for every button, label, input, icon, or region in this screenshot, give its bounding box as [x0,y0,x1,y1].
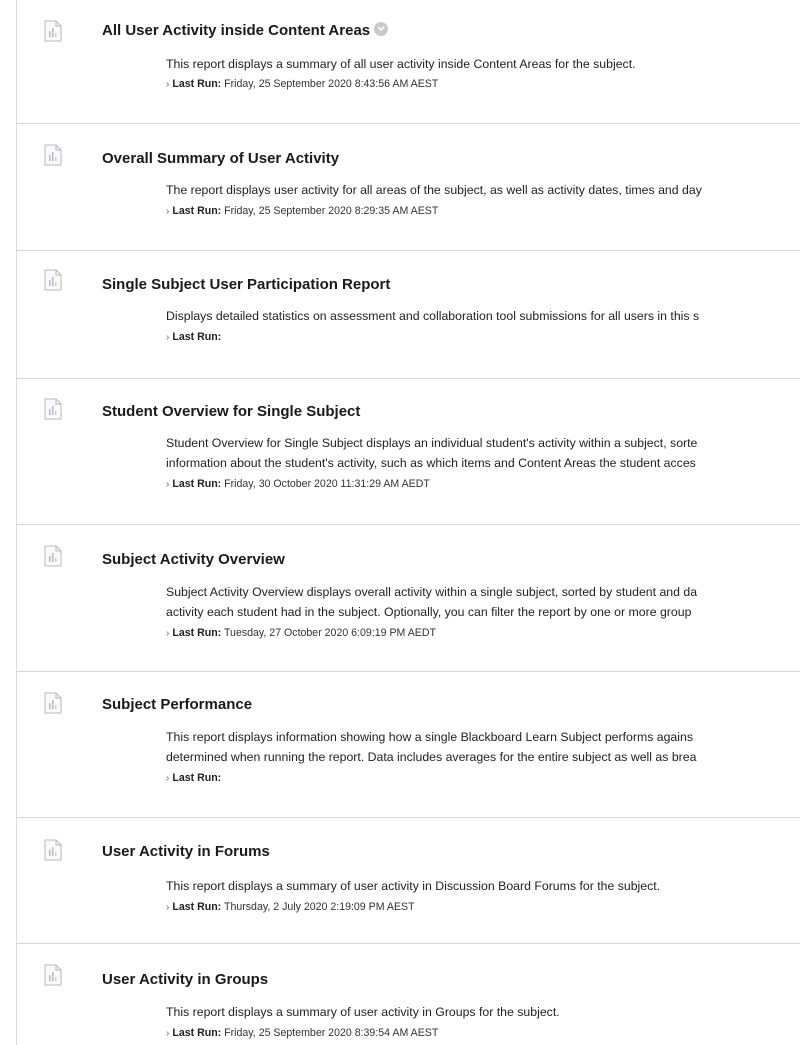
report-document-icon [44,545,62,567]
report-title-link[interactable]: All User Activity inside Content Areas [102,22,389,39]
report-item: All User Activity inside Content Areas T… [16,0,800,124]
chevron-right-icon: › [166,628,170,639]
report-document-icon [44,269,62,291]
last-run-value: Tuesday, 27 October 2020 6:09:19 PM AEDT [223,627,436,639]
report-description-line-2: determined when running the report. Data… [166,750,697,764]
last-run[interactable]: › Last Run: [166,772,221,784]
last-run-label: Last Run: [172,78,222,90]
last-run[interactable]: › Last Run: Friday, 25 September 2020 8:2… [166,205,438,217]
chevron-right-icon: › [166,902,170,913]
last-run-label: Last Run: [172,205,222,217]
report-document-icon [44,692,62,714]
report-title-link[interactable]: Overall Summary of User Activity [102,150,339,167]
last-run-label: Last Run: [172,331,222,343]
last-run[interactable]: › Last Run: Friday, 25 September 2020 8:3… [166,1027,438,1039]
report-item: Overall Summary of User Activity The rep… [16,124,800,251]
report-description: Subject Activity Overview displays overa… [166,585,698,599]
report-item: Single Subject User Participation Report… [16,251,800,379]
last-run[interactable]: › Last Run: [166,331,221,343]
report-item: Subject Performance This report displays… [16,672,800,818]
report-title-link[interactable]: Subject Performance [102,696,252,713]
report-description: The report displays user activity for al… [166,183,702,197]
last-run-label: Last Run: [172,901,222,913]
report-description-line-2: information about the student's activity… [166,456,696,470]
last-run-label: Last Run: [172,627,222,639]
report-title-link[interactable]: User Activity in Groups [102,971,268,988]
last-run-label: Last Run: [172,772,222,784]
report-item: Subject Activity Overview Subject Activi… [16,525,800,672]
report-document-icon [44,964,62,986]
last-run-value: Friday, 25 September 2020 8:43:56 AM AES… [224,78,439,90]
report-document-icon [44,20,62,42]
report-description: Displays detailed statistics on assessme… [166,309,700,323]
last-run[interactable]: › Last Run: Tuesday, 27 October 2020 6:09… [166,627,436,639]
report-title-link[interactable]: User Activity in Forums [102,843,270,860]
report-item: User Activity in Forums This report disp… [16,818,800,944]
chevron-right-icon: › [166,206,170,217]
last-run-value: Friday, 25 September 2020 8:29:35 AM AES… [224,205,439,217]
chevron-right-icon: › [166,332,170,343]
report-description-line-2: activity each student had in the subject… [166,605,692,619]
last-run-value: Friday, 25 September 2020 8:39:54 AM AES… [224,1027,439,1039]
report-description: This report displays a summary of user a… [166,879,661,893]
last-run-value: Thursday, 2 July 2020 2:19:09 PM AEST [223,901,415,913]
chevron-right-icon: › [166,1028,170,1039]
report-title-link[interactable]: Subject Activity Overview [102,551,285,568]
report-item: Student Overview for Single Subject Stud… [16,379,800,525]
report-document-icon [44,144,62,166]
report-title[interactable]: All User Activity inside Content Areas [102,22,370,39]
report-item: User Activity in Groups This report disp… [16,944,800,1045]
report-description: This report displays information showing… [166,730,693,744]
last-run[interactable]: › Last Run: Friday, 30 October 2020 11:31… [166,478,430,490]
report-description: This report displays a summary of user a… [166,1005,560,1019]
last-run[interactable]: › Last Run: Friday, 25 September 2020 8:4… [166,78,438,90]
report-document-icon [44,839,62,861]
last-run[interactable]: › Last Run: Thursday, 2 July 2020 2:19:09… [166,901,415,913]
chevron-right-icon: › [166,773,170,784]
report-document-icon [44,398,62,420]
report-title-link[interactable]: Student Overview for Single Subject [102,403,360,420]
last-run-label: Last Run: [172,478,222,490]
report-description: This report displays a summary of all us… [166,57,636,71]
last-run-label: Last Run: [172,1027,222,1039]
report-title-link[interactable]: Single Subject User Participation Report [102,276,390,293]
chevron-down-icon[interactable] [374,22,389,36]
chevron-right-icon: › [166,479,170,490]
last-run-value: Friday, 30 October 2020 11:31:29 AM AEDT [224,478,430,490]
chevron-right-icon: › [166,79,170,90]
report-description: Student Overview for Single Subject disp… [166,436,698,450]
